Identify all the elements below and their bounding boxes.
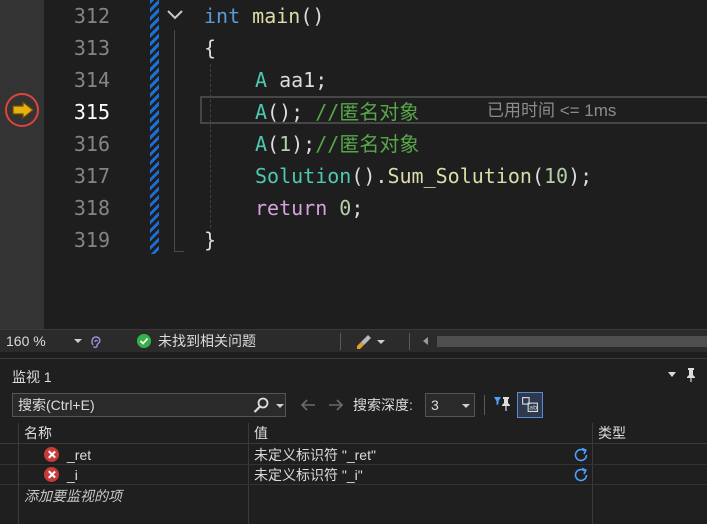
line-number: 314: [73, 68, 110, 92]
code-token: {: [204, 36, 217, 60]
column-header-name[interactable]: 名称: [24, 423, 52, 444]
code-token: );: [291, 132, 316, 156]
watch-row[interactable]: _i 未定义标识符 "_i": [0, 465, 707, 485]
error-icon: [44, 447, 59, 462]
chevron-down-icon[interactable]: [74, 339, 82, 343]
fold-region-line: [174, 30, 175, 252]
glyph-margin[interactable]: [0, 0, 44, 329]
code-line-317[interactable]: Solution().Sum_Solution(10);: [204, 160, 592, 192]
comment-token: //匿名对象: [315, 132, 420, 156]
number-token: 0: [339, 196, 352, 220]
line-number-current: 315: [73, 100, 110, 124]
add-watch-item[interactable]: 添加要监视的项: [24, 486, 122, 506]
chevron-down-icon: [462, 404, 470, 408]
chevron-down-icon[interactable]: [377, 340, 385, 344]
line-number: 312: [73, 4, 110, 28]
keyword-token: return: [255, 196, 328, 220]
change-tracking-bar: [150, 0, 159, 254]
ear-icon[interactable]: [88, 334, 104, 350]
code-line-319[interactable]: }: [204, 224, 216, 256]
code-token: (: [531, 164, 544, 188]
pin-icon[interactable]: [684, 367, 698, 383]
zoom-select[interactable]: 160 %: [6, 332, 84, 351]
fold-region-end: [174, 251, 184, 252]
code-line-316[interactable]: A(1);//匿名对象: [204, 128, 419, 160]
comment-token: //匿名对象: [315, 100, 420, 124]
divider: [340, 333, 341, 350]
code-line-313[interactable]: {: [204, 32, 216, 64]
divider: [484, 395, 485, 415]
function-token: main: [252, 4, 301, 28]
chevron-down-icon[interactable]: [276, 404, 284, 408]
type-token: A: [255, 132, 268, 156]
issues-status[interactable]: 未找到相关问题: [158, 332, 256, 351]
line-number: 319: [73, 228, 110, 252]
number-token: 10: [544, 164, 569, 188]
current-statement-arrow-icon[interactable]: [12, 101, 34, 119]
search-icon[interactable]: [252, 397, 270, 414]
line-number: 317: [73, 164, 110, 188]
search-placeholder: 搜索(Ctrl+E): [18, 397, 95, 413]
code-token: ;: [351, 196, 364, 220]
function-token: Sum_Solution: [387, 164, 532, 188]
code-token: ().: [351, 164, 388, 188]
chevron-down-icon[interactable]: [166, 8, 184, 22]
number-token: 1: [279, 132, 292, 156]
code-line-314[interactable]: A aa1;: [204, 64, 327, 96]
zoom-level: 160 %: [6, 333, 46, 349]
panel-title[interactable]: 监视 1: [12, 367, 52, 387]
editor-status-bar: 160 % 未找到相关问题: [0, 329, 707, 352]
watch-item-name[interactable]: _ret: [67, 445, 91, 465]
refresh-icon[interactable]: [572, 466, 590, 484]
watch-item-value[interactable]: 未定义标识符 "_ret": [254, 445, 376, 465]
code-token: (: [267, 132, 280, 156]
divider: [409, 333, 410, 350]
refresh-icon[interactable]: [572, 446, 590, 464]
line-number: 316: [73, 132, 110, 156]
column-header-value[interactable]: 值: [254, 423, 268, 444]
type-token: Solution: [255, 164, 352, 188]
check-circle-icon: [137, 334, 151, 348]
hex-display-icon[interactable]: ab: [517, 392, 543, 418]
watch-search-input[interactable]: 搜索(Ctrl+E): [12, 393, 286, 417]
code-token: ();: [267, 100, 316, 124]
watch-row[interactable]: _ret 未定义标识符 "_ret": [0, 445, 707, 465]
horizontal-scrollbar-thumb[interactable]: [437, 336, 707, 347]
code-token: );: [568, 164, 593, 188]
code-cleanup-brush-icon[interactable]: [355, 333, 373, 351]
arrow-left-icon[interactable]: [298, 395, 318, 415]
search-depth-value: 3: [431, 397, 439, 413]
watch-item-value[interactable]: 未定义标识符 "_i": [254, 465, 363, 485]
watch-item-name[interactable]: _i: [67, 465, 78, 485]
filter-pin-icon[interactable]: [492, 393, 512, 415]
code-line-318[interactable]: return 0;: [204, 192, 363, 224]
column-header-type[interactable]: 类型: [598, 423, 626, 444]
code-token: aa1;: [267, 68, 328, 92]
code-token: (): [300, 4, 325, 28]
watch-grid-header: 名称 值 类型: [0, 423, 707, 444]
code-token: }: [204, 228, 217, 252]
perf-tip[interactable]: 已用时间 <= 1ms: [487, 100, 616, 122]
search-depth-select[interactable]: 3: [425, 393, 475, 417]
watch-panel: 监视 1 搜索(Ctrl+E) 搜索深度: 3 ab 名称 值 类型 _ret …: [0, 358, 707, 524]
window-position-dropdown-icon[interactable]: [668, 372, 676, 377]
search-depth-label: 搜索深度:: [353, 397, 413, 413]
code-line-312[interactable]: int main(): [204, 0, 324, 32]
line-number: 313: [73, 36, 110, 60]
keyword-token: int: [204, 4, 241, 28]
type-token: A: [255, 68, 268, 92]
error-icon: [44, 467, 59, 482]
arrow-right-icon[interactable]: [326, 395, 346, 415]
line-number: 318: [73, 196, 110, 220]
code-editor[interactable]: 312 313 314 315 316 317 318 319 int main…: [0, 0, 707, 329]
code-line-315[interactable]: A(); //匿名对象: [204, 96, 419, 128]
svg-text:ab: ab: [529, 404, 537, 412]
scroll-left-icon[interactable]: [423, 337, 428, 345]
type-token: A: [255, 100, 268, 124]
